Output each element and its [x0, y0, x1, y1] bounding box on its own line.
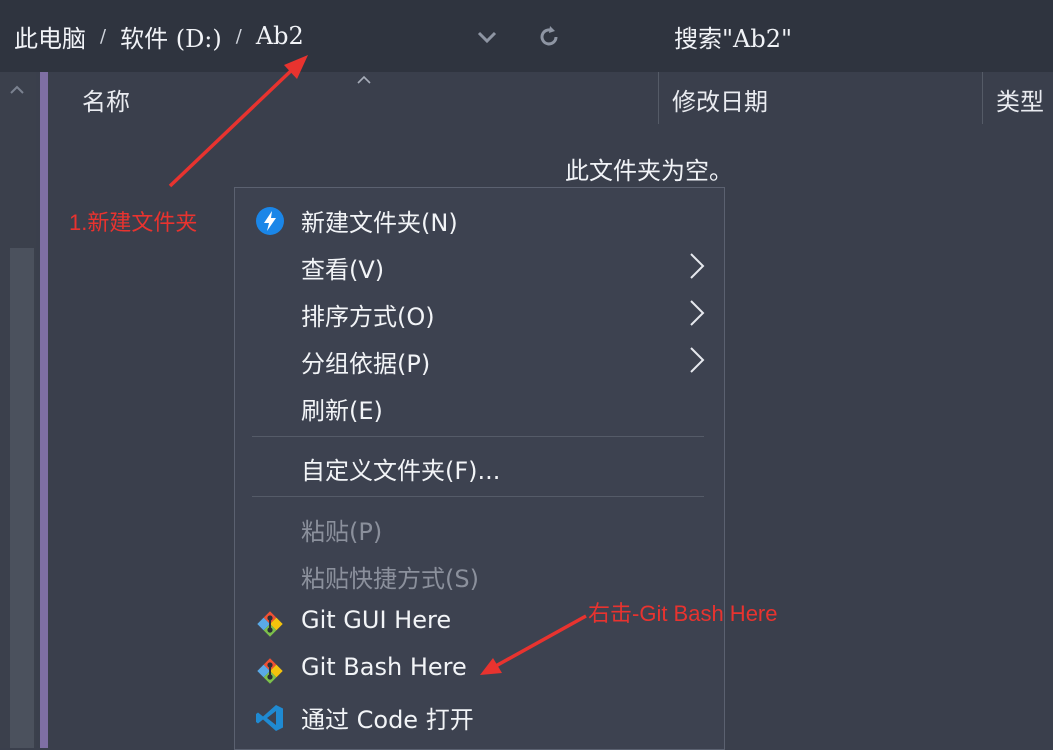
annotation-arrow-line [168, 64, 298, 188]
annotation-arrow-line [493, 614, 587, 669]
annotation-arrows [168, 55, 587, 675]
annotation-arrow-head [480, 658, 502, 675]
